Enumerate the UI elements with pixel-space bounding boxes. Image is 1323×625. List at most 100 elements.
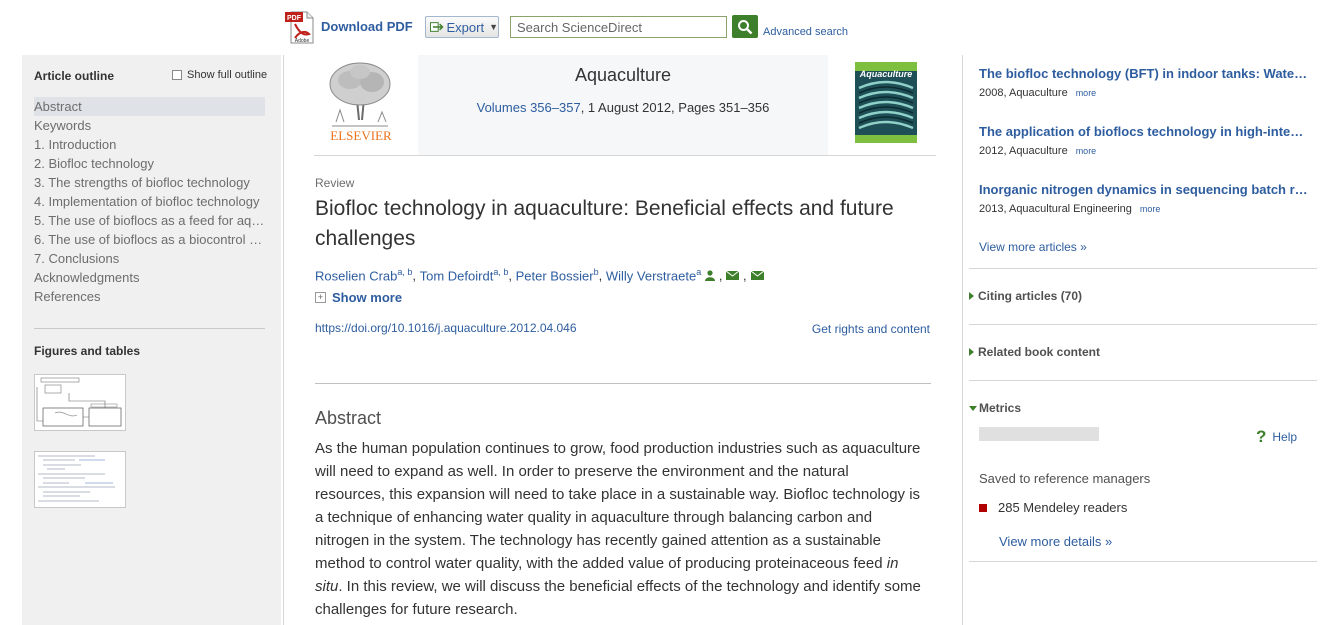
article-main: ELSEVIER Aquaculture Volumes 356–357, 1 … xyxy=(283,55,963,625)
show-full-outline-label: Show full outline xyxy=(187,69,268,81)
divider xyxy=(969,324,1317,325)
outline-item-introduction[interactable]: 1. Introduction xyxy=(34,135,265,154)
export-label: Export xyxy=(446,19,485,35)
recommended-article-meta: 2012, Aquaculture xyxy=(979,145,1068,157)
author-name: Peter Bossier xyxy=(515,268,594,284)
email-icon[interactable] xyxy=(726,270,740,280)
export-button[interactable]: Export ▼ xyxy=(425,16,499,38)
mendeley-readers-count: 285 Mendeley readers xyxy=(998,500,1128,515)
author-name: Roselien Crab xyxy=(315,268,398,284)
outline-item-keywords[interactable]: Keywords xyxy=(34,116,265,135)
volumes-link[interactable]: Volumes 356–357 xyxy=(477,100,581,115)
recommended-article-title[interactable]: The biofloc technology (BFT) in indoor t… xyxy=(979,66,1311,81)
view-more-articles-link[interactable]: View more articles » xyxy=(979,240,1087,254)
cover-title: Aquaculture xyxy=(859,69,913,79)
show-more-button[interactable]: + Show more xyxy=(315,290,402,305)
chevron-down-icon: ▼ xyxy=(489,22,498,32)
outline-item-biofloc-technology[interactable]: 2. Biofloc technology xyxy=(34,154,265,173)
email-icon[interactable] xyxy=(750,270,764,280)
abstract-text: As the human population continues to gro… xyxy=(315,437,921,621)
figure-thumbnail-2[interactable] xyxy=(34,451,126,508)
export-icon xyxy=(430,22,444,32)
expand-arrow-icon xyxy=(969,292,974,300)
abstract-heading: Abstract xyxy=(315,408,382,428)
expand-plus-icon: + xyxy=(315,292,326,303)
article-outline-panel: Article outline Show full outline Abstra… xyxy=(22,55,281,625)
figure-diagram-thumbnail xyxy=(36,377,122,427)
metrics-toggle[interactable]: Metrics xyxy=(969,401,1021,415)
author-affiliation: a, b xyxy=(397,267,413,277)
view-more-details-link[interactable]: View more details » xyxy=(999,534,1112,549)
outline-item-implementation[interactable]: 4. Implementation of biofloc technology xyxy=(34,192,265,211)
recommended-article: The application of bioflocs technology i… xyxy=(979,124,1311,157)
show-more-label: Show more xyxy=(332,290,403,305)
mendeley-icon xyxy=(979,503,987,512)
author-link[interactable]: Willy Verstraetea xyxy=(606,267,701,283)
more-link[interactable]: more xyxy=(1076,146,1097,156)
advanced-search-link[interactable]: Advanced search xyxy=(763,26,848,38)
recommended-article-meta: 2008, Aquaculture xyxy=(979,87,1068,99)
search-button[interactable] xyxy=(732,15,758,38)
journal-info: Aquaculture Volumes 356–357, 1 August 20… xyxy=(418,55,828,155)
abstract-text-part2: . In this review, we will discuss the be… xyxy=(315,578,921,618)
outline-item-feed[interactable]: 5. The use of bioflocs as a feed for aqu… xyxy=(34,211,265,230)
top-toolbar: PDF Adobe Download PDF Export ▼ Advanced… xyxy=(0,0,1323,55)
issue-date-pages: , 1 August 2012, Pages 351–356 xyxy=(580,100,770,115)
pdf-icon[interactable]: PDF Adobe xyxy=(285,10,315,44)
help-link[interactable]: ? Help xyxy=(1256,427,1297,447)
recommended-article-meta: 2013, Aquacultural Engineering xyxy=(979,203,1132,215)
outline-item-conclusions[interactable]: 7. Conclusions xyxy=(34,249,265,268)
show-full-outline-toggle[interactable]: Show full outline xyxy=(172,69,267,81)
journal-cover-image[interactable]: Aquaculture xyxy=(855,62,917,143)
search-input[interactable] xyxy=(510,16,727,38)
citing-articles-label: Citing articles (70) xyxy=(978,289,1083,303)
corresponding-author-icon[interactable] xyxy=(705,270,716,281)
recommended-article: The biofloc technology (BFT) in indoor t… xyxy=(979,66,1311,99)
expand-arrow-icon xyxy=(969,348,974,356)
journal-issue: Volumes 356–357, 1 August 2012, Pages 35… xyxy=(418,100,828,115)
related-book-content-toggle[interactable]: Related book content xyxy=(969,345,1100,359)
article-title: Biofloc technology in aquaculture: Benef… xyxy=(315,197,894,250)
doi-link[interactable]: https://doi.org/10.1016/j.aquaculture.20… xyxy=(315,321,577,335)
journal-name[interactable]: Aquaculture xyxy=(418,65,828,86)
outline-title: Article outline xyxy=(34,69,115,83)
outline-item-strengths[interactable]: 3. The strengths of biofloc technology xyxy=(34,173,265,192)
search-icon xyxy=(738,19,753,34)
recommended-article-title[interactable]: Inorganic nitrogen dynamics in sequencin… xyxy=(979,182,1311,197)
get-rights-link[interactable]: Get rights and content xyxy=(812,322,930,336)
outline-item-references[interactable]: References xyxy=(34,287,265,306)
more-link[interactable]: more xyxy=(1140,204,1161,214)
collapse-arrow-icon xyxy=(969,405,977,411)
recommended-article-title[interactable]: The application of bioflocs technology i… xyxy=(979,124,1311,139)
download-pdf-link[interactable]: Download PDF xyxy=(321,19,413,34)
divider xyxy=(969,268,1317,269)
author-link[interactable]: Peter Bossierb xyxy=(516,267,599,283)
figures-title: Figures and tables xyxy=(34,344,141,358)
elsevier-wordmark: ELSEVIER xyxy=(330,128,392,143)
citing-articles-toggle[interactable]: Citing articles (70) xyxy=(969,289,1082,303)
divider xyxy=(969,561,1317,562)
table-thumbnail xyxy=(38,455,115,502)
outline-item-abstract[interactable]: Abstract xyxy=(34,97,265,116)
show-full-outline-checkbox[interactable] xyxy=(172,70,182,80)
author-affiliation: a, b xyxy=(493,267,509,277)
author-link[interactable]: Roselien Craba, b xyxy=(315,267,412,283)
related-book-label: Related book content xyxy=(978,345,1101,359)
author-link[interactable]: Tom Defoirdta, b xyxy=(420,267,509,283)
author-affiliation: a xyxy=(696,267,702,277)
right-sidebar: The biofloc technology (BFT) in indoor t… xyxy=(969,55,1317,625)
divider xyxy=(969,380,1317,381)
divider xyxy=(314,155,936,156)
author-name: Tom Defoirdt xyxy=(419,268,494,284)
pdf-icon-text: PDF xyxy=(287,15,302,22)
more-link[interactable]: more xyxy=(1076,88,1097,98)
elsevier-logo[interactable]: ELSEVIER xyxy=(322,60,400,145)
author-list: Roselien Craba, b, Tom Defoirdta, b, Pet… xyxy=(315,267,764,283)
outline-item-acknowledgments[interactable]: Acknowledgments xyxy=(34,268,265,287)
divider xyxy=(315,383,931,384)
author-name: Willy Verstraete xyxy=(605,268,697,284)
adobe-text: Adobe xyxy=(295,38,310,44)
figure-thumbnail-1[interactable] xyxy=(34,374,126,431)
outline-item-biocontrol[interactable]: 6. The use of bioflocs as a biocontrol a… xyxy=(34,230,265,249)
recommended-article: Inorganic nitrogen dynamics in sequencin… xyxy=(979,182,1311,215)
